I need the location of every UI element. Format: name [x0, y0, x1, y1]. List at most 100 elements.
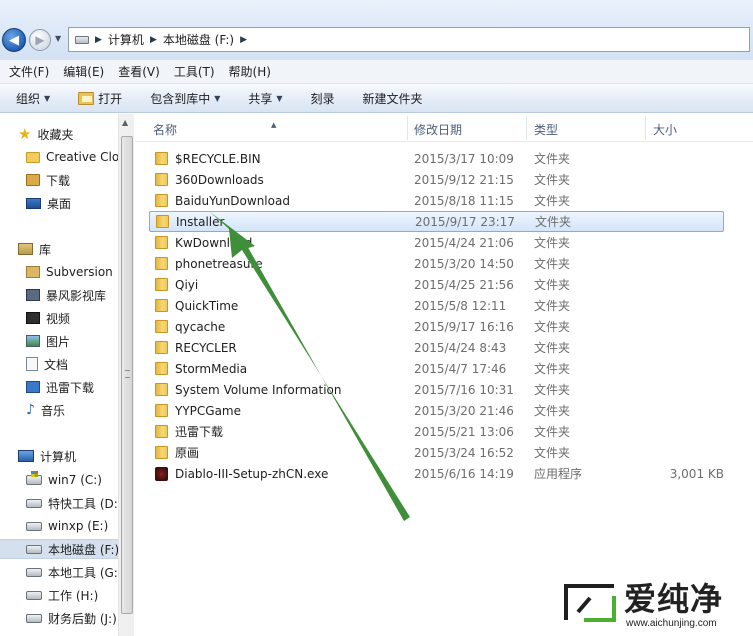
column-header-name[interactable]: 名称 [153, 121, 177, 138]
nav-drive-j[interactable]: 财务后勤 (J:) [26, 608, 118, 628]
nav-item-downloads[interactable]: 下载 [26, 170, 118, 190]
column-divider[interactable] [645, 116, 646, 140]
file-list: ▲ 名称 修改日期 类型 大小 $RECYCLE.BIN 2015/3/17 1… [135, 114, 753, 636]
menu-view[interactable]: 查看(V) [117, 61, 161, 82]
nav-libraries[interactable]: 库 [18, 239, 110, 259]
file-name: qycache [175, 319, 226, 334]
open-button[interactable]: 打开 [78, 90, 122, 107]
file-name: StormMedia [175, 361, 248, 376]
table-row[interactable]: System Volume Information 2015/7/16 10:3… [149, 379, 724, 400]
nav-drive-f[interactable]: 本地磁盘 (F:) [0, 539, 118, 559]
watermark-logo-icon [564, 584, 616, 622]
file-date: 2015/4/25 21:56 [414, 277, 514, 292]
file-name: $RECYCLE.BIN [175, 151, 261, 166]
nav-item-subversion[interactable]: Subversion [26, 262, 118, 282]
nav-drive-h[interactable]: 工作 (H:) [26, 585, 118, 605]
file-date: 2015/9/12 21:15 [414, 172, 514, 187]
nav-item-label: 本地工具 (G:) [48, 565, 118, 580]
file-date: 2015/5/8 12:11 [414, 298, 507, 313]
table-row-selected[interactable]: Installer 2015/9/17 23:17 文件夹 [149, 211, 724, 232]
burn-button[interactable]: 刻录 [311, 90, 335, 107]
nav-drive-d[interactable]: 特快工具 (D:) [26, 493, 118, 513]
nav-drive-g[interactable]: 本地工具 (G:) [26, 562, 118, 582]
sort-ascending-icon: ▲ [271, 121, 277, 129]
nav-item-pictures[interactable]: 图片 [26, 331, 118, 351]
file-size: 3,001 KB [669, 466, 724, 481]
menu-help[interactable]: 帮助(H) [228, 61, 272, 82]
navigation-scrollbar[interactable]: ▲ [118, 114, 134, 636]
nav-item-documents[interactable]: 文档 [26, 354, 118, 374]
table-row[interactable]: YYPCGame 2015/3/20 21:46 文件夹 [149, 400, 724, 421]
file-type: 文件夹 [534, 194, 571, 208]
table-row[interactable]: BaiduYunDownload 2015/8/18 11:15 文件夹 [149, 190, 724, 211]
file-type: 文件夹 [534, 173, 571, 187]
file-type: 文件夹 [534, 383, 571, 397]
nav-item-creative-cloud[interactable]: Creative Cloud [26, 147, 118, 167]
file-name: KwDownload [175, 235, 253, 250]
file-type: 应用程序 [534, 467, 583, 481]
nav-favorites[interactable]: ★ 收藏夹 [18, 124, 110, 144]
table-row[interactable]: 原画 2015/3/24 16:52 文件夹 [149, 442, 724, 463]
table-row[interactable]: QuickTime 2015/5/8 12:11 文件夹 [149, 295, 724, 316]
share-button[interactable]: 共享 ▼ [248, 90, 282, 107]
column-header-size[interactable]: 大小 [653, 121, 677, 138]
recent-pages-dropdown[interactable]: ▼ [55, 34, 65, 44]
breadcrumb-drive-f[interactable]: 本地磁盘 (F:) [163, 31, 234, 48]
table-row[interactable]: $RECYCLE.BIN 2015/3/17 10:09 文件夹 [149, 148, 724, 169]
nav-item-label: 桌面 [47, 196, 72, 211]
menu-edit[interactable]: 编辑(E) [62, 61, 105, 82]
back-button[interactable]: ◀ [2, 28, 26, 52]
column-divider[interactable] [407, 116, 408, 140]
nav-item-label: Creative Cloud [46, 150, 118, 164]
table-row[interactable]: Diablo-III-Setup-zhCN.exe 2015/6/16 14:1… [149, 463, 724, 484]
chevron-right-icon[interactable]: ▶ [240, 35, 247, 45]
file-name: YYPCGame [175, 403, 241, 418]
folder-icon [155, 152, 168, 165]
table-row[interactable]: 迅雷下载 2015/5/21 13:06 文件夹 [149, 421, 724, 442]
scroll-thumb[interactable] [121, 136, 133, 614]
nav-item-label: 本地磁盘 (F:) [48, 542, 118, 557]
include-library-label: 包含到库中 [150, 91, 211, 106]
open-label: 打开 [98, 91, 123, 106]
nav-computer[interactable]: 计算机 [18, 446, 110, 466]
menu-tools[interactable]: 工具(T) [173, 61, 216, 82]
menu-file[interactable]: 文件(F) [8, 61, 50, 82]
address-field[interactable]: ▶ 计算机 ▶ 本地磁盘 (F:) ▶ [68, 27, 750, 52]
include-in-library-button[interactable]: 包含到库中 ▼ [150, 90, 220, 107]
chevron-right-icon[interactable]: ▶ [95, 35, 102, 45]
table-row[interactable]: KwDownload 2015/4/24 21:06 文件夹 [149, 232, 724, 253]
organize-button[interactable]: 组织 ▼ [16, 90, 50, 107]
library-icon [18, 243, 33, 255]
nav-item-desktop[interactable]: 桌面 [26, 193, 118, 213]
nav-item-baofeng-library[interactable]: 暴风影视库 [26, 285, 118, 305]
new-folder-button[interactable]: 新建文件夹 [363, 90, 423, 107]
breadcrumb-computer[interactable]: 计算机 [108, 31, 144, 48]
file-date: 2015/3/20 14:50 [414, 256, 514, 271]
nav-drive-c[interactable]: win7 (C:) [26, 470, 118, 490]
table-row[interactable]: StormMedia 2015/4/7 17:46 文件夹 [149, 358, 724, 379]
nav-drive-e[interactable]: winxp (E:) [26, 516, 118, 536]
nav-item-label: 视频 [46, 311, 71, 326]
column-header-type[interactable]: 类型 [534, 121, 558, 138]
nav-item-videos[interactable]: 视频 [26, 308, 118, 328]
chevron-down-icon: ▼ [44, 93, 51, 103]
table-row[interactable]: RECYCLER 2015/4/24 8:43 文件夹 [149, 337, 724, 358]
nav-item-label: winxp (E:) [48, 519, 109, 533]
new-folder-label: 新建文件夹 [362, 91, 423, 106]
scroll-up-arrow-icon[interactable]: ▲ [122, 118, 128, 127]
column-header-date[interactable]: 修改日期 [414, 121, 462, 138]
table-row[interactable]: phonetreasure 2015/3/20 14:50 文件夹 [149, 253, 724, 274]
table-row[interactable]: Qiyi 2015/4/25 21:56 文件夹 [149, 274, 724, 295]
file-name: Installer [176, 214, 225, 229]
table-row[interactable]: 360Downloads 2015/9/12 21:15 文件夹 [149, 169, 724, 190]
computer-icon [18, 450, 34, 462]
nav-item-thunder-downloads[interactable]: 迅雷下载 [26, 377, 118, 397]
column-divider[interactable] [526, 116, 527, 140]
table-row[interactable]: qycache 2015/9/17 16:16 文件夹 [149, 316, 724, 337]
menu-bar: 文件(F) 编辑(E) 查看(V) 工具(T) 帮助(H) [0, 60, 753, 84]
file-name: 原画 [175, 446, 200, 460]
forward-button[interactable]: ▶ [29, 29, 51, 51]
file-date: 2015/6/16 14:19 [414, 466, 514, 481]
chevron-right-icon[interactable]: ▶ [150, 35, 157, 45]
nav-item-music[interactable]: ♪ 音乐 [26, 400, 118, 420]
